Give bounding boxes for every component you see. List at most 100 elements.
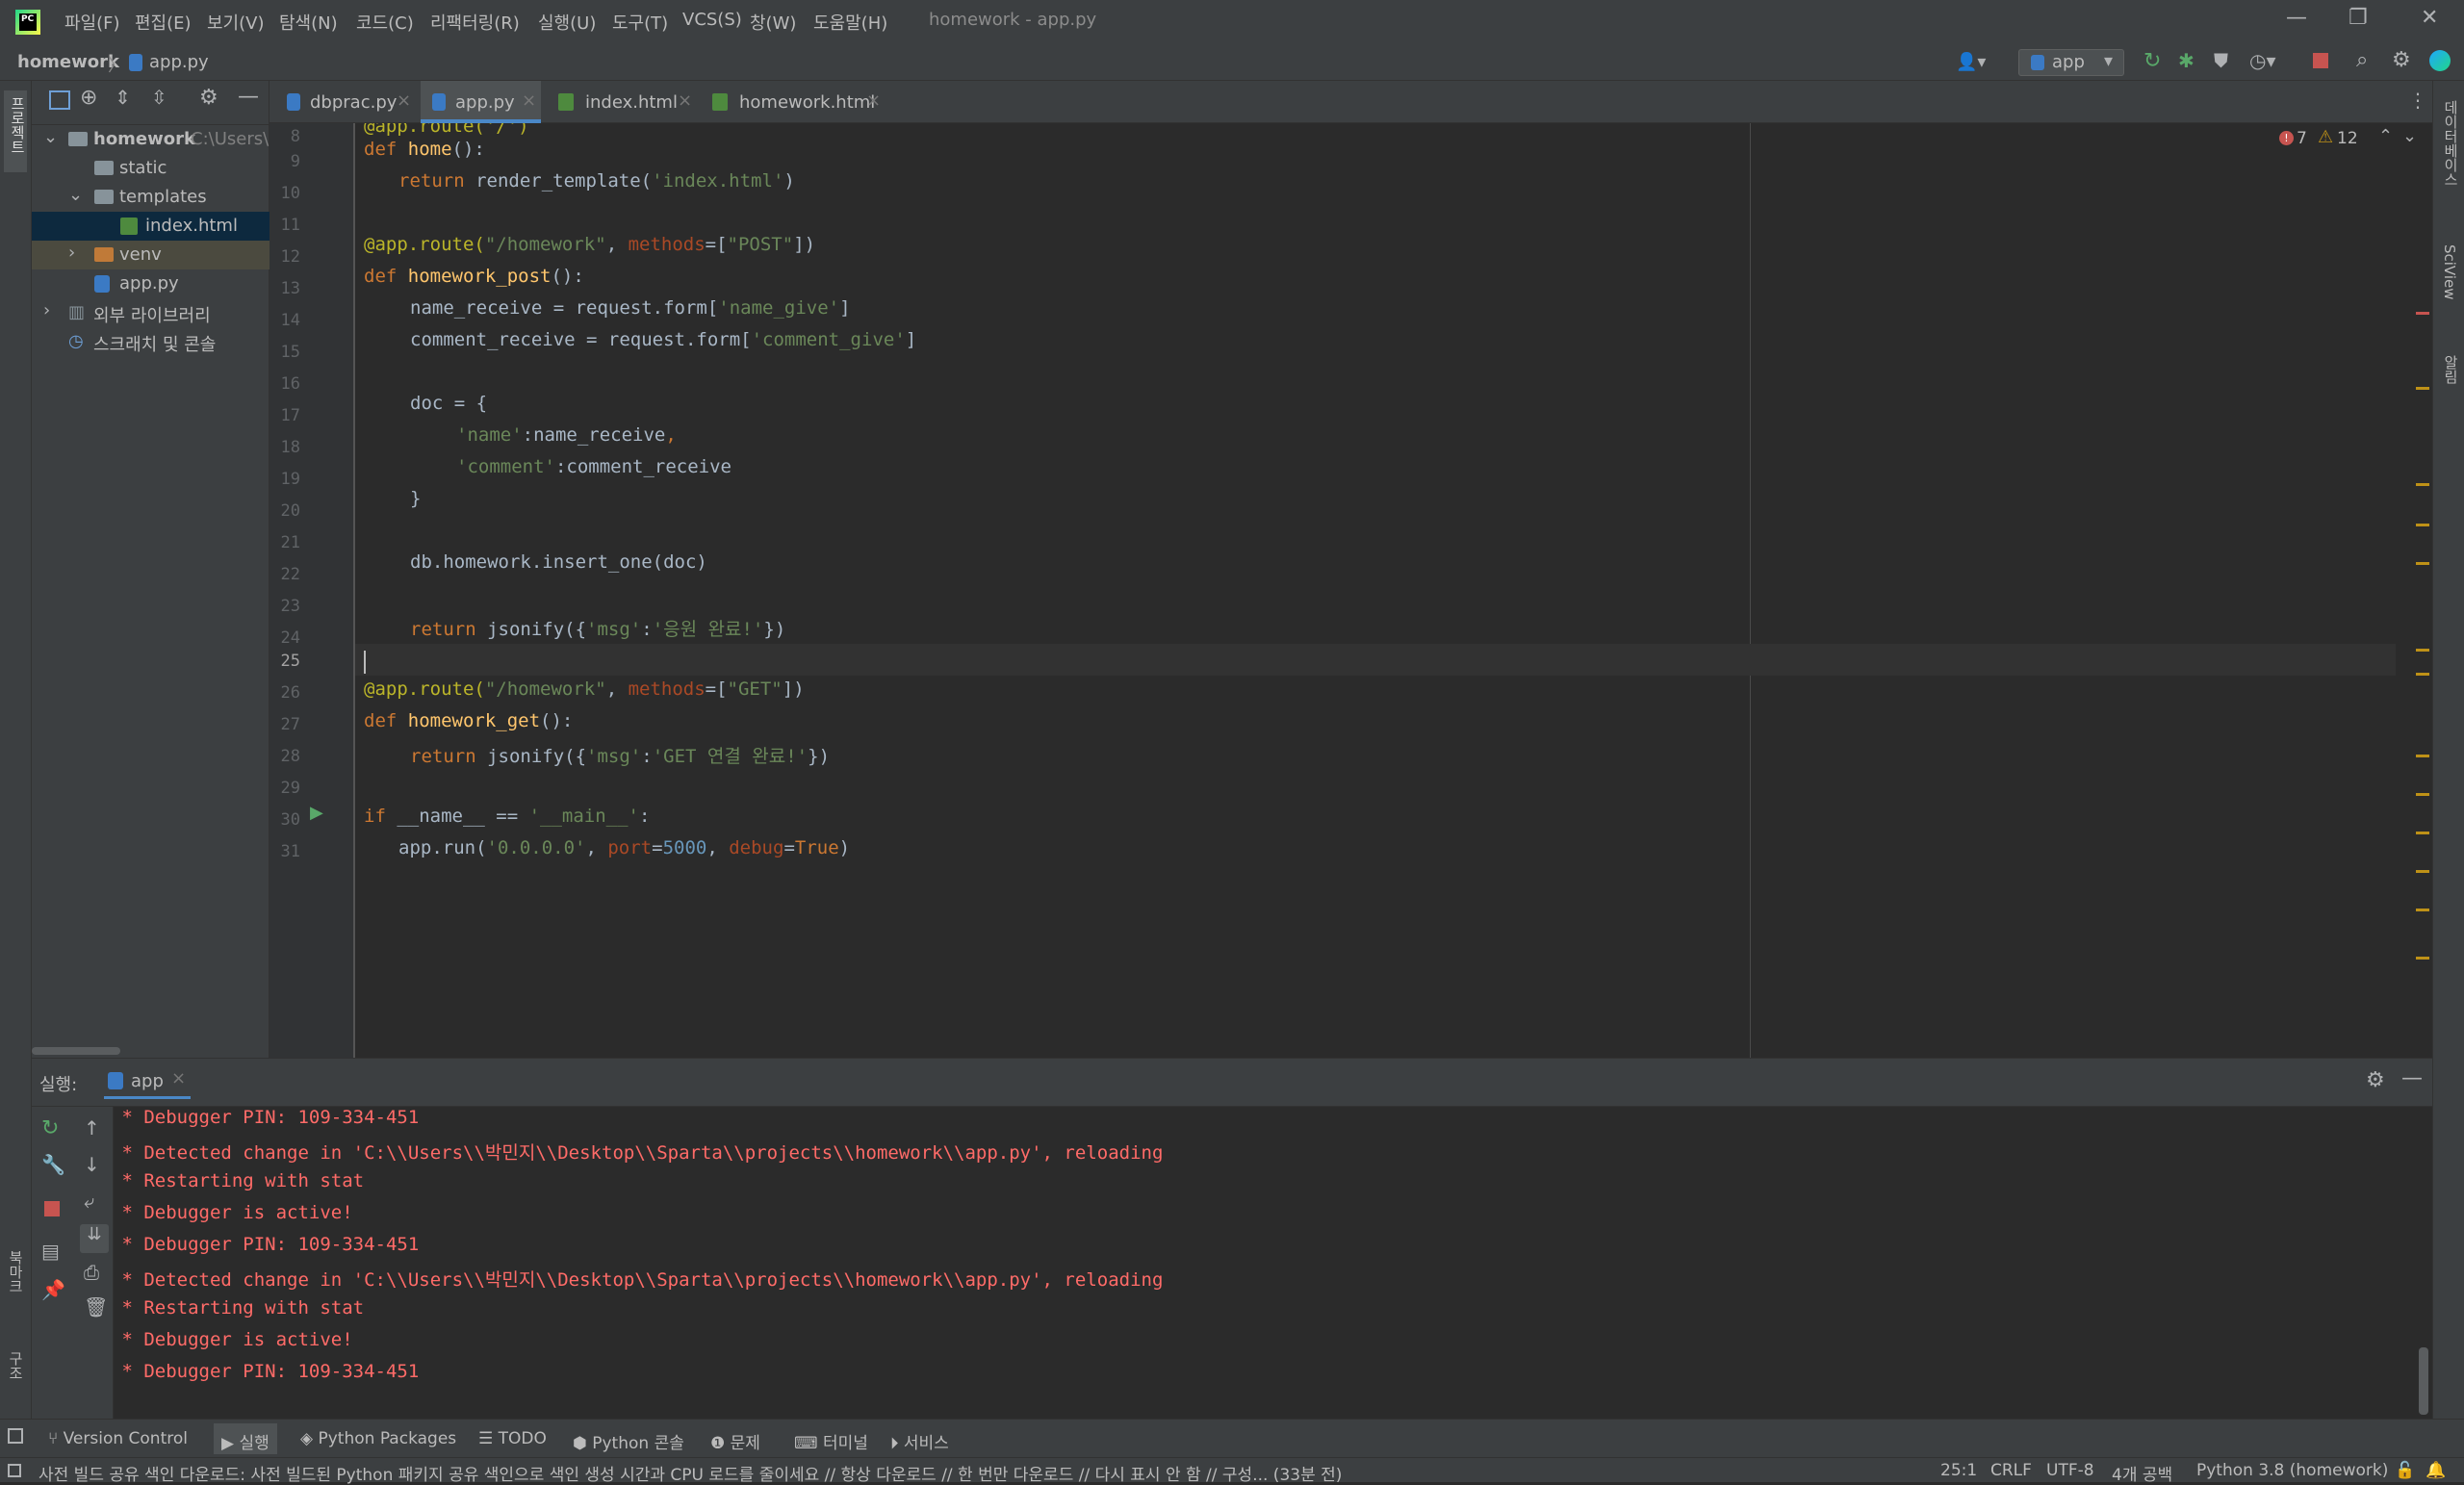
database-toolwindow-label[interactable]: 데이터베이스 bbox=[2441, 100, 2461, 187]
bookmarks-toolwindow-label[interactable]: 북마크 bbox=[6, 1250, 26, 1293]
rerun-icon[interactable]: ↻ bbox=[2143, 49, 2161, 73]
chevron-down-icon[interactable]: ⌄ bbox=[43, 127, 58, 147]
jetbrains-toolbox-icon[interactable] bbox=[2429, 50, 2451, 71]
tree-root-homework[interactable]: ⌄ homework C:\Users\ bbox=[32, 125, 270, 154]
close-tab-icon[interactable]: × bbox=[397, 90, 411, 111]
user-icon[interactable]: 👤▾ bbox=[1956, 52, 1986, 72]
project-view-icon[interactable] bbox=[49, 90, 70, 110]
toolwindow-terminal[interactable]: ⌨ 터미널 bbox=[794, 1429, 868, 1453]
tree-item-static[interactable]: static bbox=[32, 154, 270, 183]
options-gear-icon[interactable]: ⚙ bbox=[199, 86, 218, 110]
status-layout-icon[interactable] bbox=[8, 1464, 21, 1477]
lock-icon[interactable]: 🔓 bbox=[2395, 1461, 2415, 1480]
line-number: 10 bbox=[280, 184, 300, 203]
console-scrollbar[interactable] bbox=[2419, 1347, 2428, 1415]
toolwindow-run[interactable]: ▶ 실행 bbox=[214, 1423, 277, 1454]
file-encoding[interactable]: UTF-8 bbox=[2046, 1461, 2094, 1480]
indent-setting[interactable]: 4개 공백 bbox=[2112, 1461, 2172, 1485]
menu-code[interactable]: 코드(C) bbox=[356, 10, 414, 35]
profile-icon[interactable]: ◷▾ bbox=[2249, 49, 2276, 72]
line-separator[interactable]: CRLF bbox=[1990, 1461, 2032, 1480]
python-interpreter[interactable]: Python 3.8 (homework) bbox=[2196, 1461, 2388, 1480]
menu-navigate[interactable]: 탐색(N) bbox=[279, 10, 338, 35]
project-toolwindow-button[interactable]: 프로젝트 bbox=[4, 90, 27, 172]
sciview-toolwindow-label[interactable]: SciView bbox=[2441, 244, 2458, 300]
terminal-icon: ⌨ bbox=[794, 1434, 818, 1453]
minimize-icon[interactable]: — bbox=[2286, 6, 2307, 30]
code-content[interactable]: @app.route('/') def home(): return rende… bbox=[364, 123, 2385, 1047]
close-tab-icon[interactable]: × bbox=[171, 1068, 186, 1088]
gear-icon[interactable]: ⚙ bbox=[2392, 48, 2411, 72]
toolwindow-services[interactable]: ⏵ 서비스 bbox=[890, 1429, 949, 1453]
run-config-select[interactable]: app ▾ bbox=[2018, 49, 2124, 76]
toolwindow-label: 터미널 bbox=[822, 1434, 868, 1453]
close-tab-icon[interactable]: × bbox=[522, 90, 536, 111]
console-output[interactable]: * Debugger PIN: 109-334-451 * Detected c… bbox=[32, 1107, 2409, 1420]
status-message[interactable]: 사전 빌드 공유 색인 다운로드: 사전 빌드된 Python 패키지 공유 색… bbox=[38, 1461, 1342, 1485]
tree-item-index-html[interactable]: index.html bbox=[32, 212, 270, 241]
menu-vcs[interactable]: VCS(S) bbox=[682, 10, 742, 30]
toolwindow-label: Python Packages bbox=[318, 1429, 457, 1448]
horizontal-scrollbar[interactable] bbox=[32, 1047, 120, 1055]
tab-dbprac[interactable]: dbprac.py × bbox=[270, 81, 416, 123]
collapse-all-icon[interactable]: ⇳ bbox=[151, 86, 167, 109]
toolwindow-problems[interactable]: ❶ 문제 bbox=[710, 1429, 760, 1453]
menu-file[interactable]: 파일(F) bbox=[64, 10, 120, 35]
toggle-tool-windows-icon[interactable] bbox=[8, 1428, 23, 1444]
stop-icon[interactable] bbox=[2313, 53, 2328, 68]
project-panel: ⊕ ⇕ ⇳ ⚙ — ⌄ homework C:\Users\ static ⌄ … bbox=[32, 81, 270, 1058]
toolwindow-version-control[interactable]: ⑂ Version Control bbox=[48, 1429, 188, 1448]
tree-item-app-py[interactable]: app.py bbox=[32, 269, 270, 298]
tree-item-venv[interactable]: › venv bbox=[32, 241, 270, 269]
line-number: 13 bbox=[280, 279, 300, 298]
run-gutter-icon[interactable]: ▶ bbox=[310, 803, 323, 823]
toolwindow-python-packages[interactable]: ◈ Python Packages bbox=[300, 1429, 456, 1448]
debug-icon[interactable]: ✱ bbox=[2178, 49, 2194, 72]
left-tool-strip: 프로젝트 북마크 구조 bbox=[0, 81, 32, 1419]
tree-item-label: 스크래치 및 콘솔 bbox=[93, 335, 217, 355]
breadcrumb-file[interactable]: app.py bbox=[149, 52, 209, 72]
more-tabs-icon[interactable]: ⋮ bbox=[2408, 89, 2427, 112]
menu-window[interactable]: 창(W) bbox=[750, 10, 796, 35]
menu-refactor[interactable]: 리팩터링(R) bbox=[430, 10, 520, 35]
tree-item-label: 외부 라이브러리 bbox=[93, 306, 211, 326]
hide-panel-icon[interactable]: — bbox=[238, 85, 259, 109]
expand-all-icon[interactable]: ⇕ bbox=[115, 86, 131, 109]
chevron-right-icon[interactable]: › bbox=[68, 243, 75, 263]
tree-item-external-libraries[interactable]: › ▥ 외부 라이브러리 bbox=[32, 298, 270, 327]
tree-item-scratches[interactable]: ◷ 스크래치 및 콘솔 bbox=[32, 327, 270, 356]
menu-edit[interactable]: 편집(E) bbox=[135, 10, 192, 35]
hide-panel-icon[interactable]: — bbox=[2401, 1066, 2423, 1090]
menu-help[interactable]: 도움말(H) bbox=[813, 10, 887, 35]
menu-tools[interactable]: 도구(T) bbox=[612, 10, 668, 35]
close-tab-icon[interactable]: × bbox=[866, 90, 881, 111]
tab-homework-html[interactable]: homework.html × bbox=[703, 81, 895, 123]
menu-run[interactable]: 실행(U) bbox=[538, 10, 596, 35]
toolwindow-python-console[interactable]: ⬢ Python 콘솔 bbox=[573, 1429, 684, 1453]
tab-index-html[interactable]: index.html × bbox=[549, 81, 695, 123]
close-tab-icon[interactable]: × bbox=[678, 90, 692, 111]
coverage-icon[interactable]: ⛊ bbox=[2214, 49, 2228, 72]
search-icon[interactable]: ⌕ bbox=[2356, 48, 2368, 72]
tree-item-templates[interactable]: ⌄ templates bbox=[32, 183, 270, 212]
notifications-icon[interactable]: 🔔 bbox=[2426, 1461, 2446, 1480]
breadcrumb-project[interactable]: homework bbox=[17, 52, 119, 72]
run-tab-app[interactable]: app × bbox=[104, 1064, 191, 1099]
menu-view[interactable]: 보기(V) bbox=[207, 10, 264, 35]
console-line: * Restarting with stat bbox=[111, 1170, 365, 1191]
toolwindow-todo[interactable]: ☰ TODO bbox=[478, 1429, 547, 1448]
python-console-icon: ⬢ bbox=[573, 1434, 587, 1453]
close-icon[interactable]: ✕ bbox=[2421, 6, 2438, 30]
caret-position[interactable]: 25:1 bbox=[1940, 1461, 1977, 1480]
error-stripe[interactable] bbox=[2414, 139, 2432, 1058]
chevron-down-icon[interactable]: ⌄ bbox=[68, 185, 83, 205]
restore-icon[interactable]: ❐ bbox=[2348, 6, 2368, 30]
line-number: 14 bbox=[280, 311, 300, 330]
chevron-right-icon[interactable]: › bbox=[43, 300, 50, 320]
notifications-toolwindow-label[interactable]: 알림 bbox=[2441, 355, 2461, 384]
tab-app-py[interactable]: app.py × bbox=[421, 81, 541, 123]
gear-icon[interactable]: ⚙ bbox=[2366, 1068, 2385, 1092]
tree-item-label: index.html bbox=[145, 216, 238, 236]
structure-toolwindow-label[interactable]: 구조 bbox=[6, 1351, 26, 1380]
locate-icon[interactable]: ⊕ bbox=[80, 86, 97, 110]
